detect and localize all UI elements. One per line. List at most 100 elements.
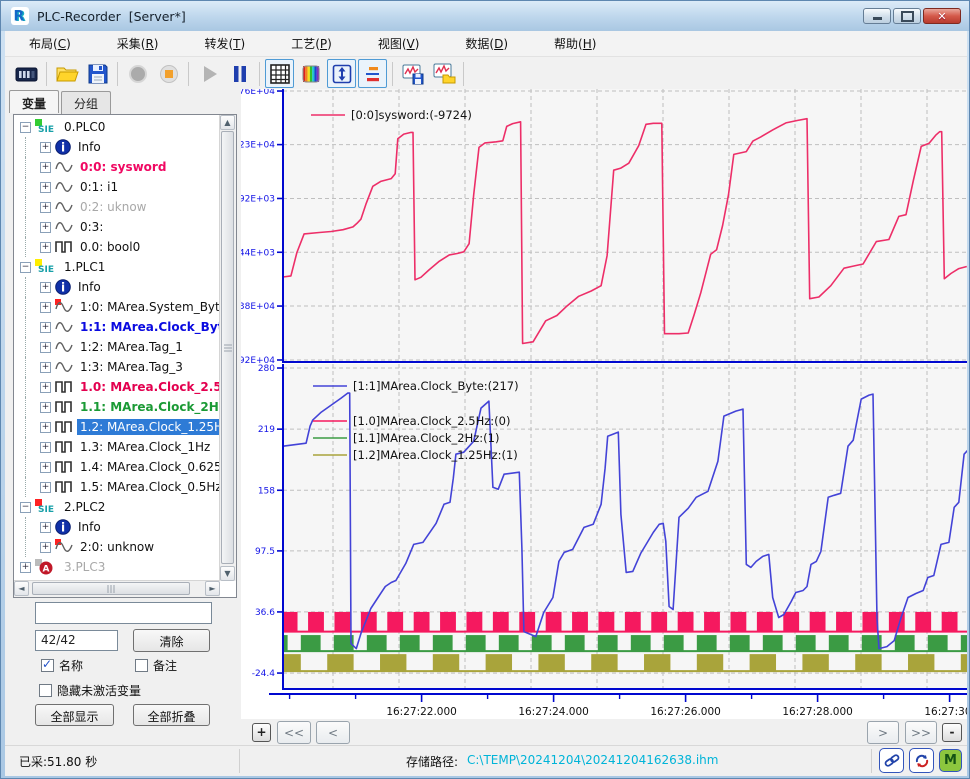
- collapse-node-icon[interactable]: −: [20, 261, 31, 273]
- menu-item-1[interactable]: 布局(C): [15, 32, 85, 55]
- tree-item-1:0:marea.system_byte[interactable]: +1:0: MArea.System_Byte: [14, 297, 219, 317]
- tree-item-1.plc1[interactable]: − SIE 1.PLC1: [14, 257, 219, 277]
- tree-item-info[interactable]: + i Info: [14, 277, 219, 297]
- bottom-chart-canvas[interactable]: 280 219 158 97.5 36.6 -24.4 [1:1]MArea.Clock_B…: [241, 364, 967, 691]
- collapse-node-icon[interactable]: −: [20, 121, 31, 133]
- expand-node-icon[interactable]: +: [40, 481, 51, 493]
- expand-node-icon[interactable]: +: [40, 541, 51, 553]
- tree-vscroll-thumb[interactable]: [221, 131, 234, 564]
- expand-node-icon[interactable]: +: [40, 301, 51, 313]
- tree-item-1:3:marea.tag_3[interactable]: +1:3: MArea.Tag_3: [14, 357, 219, 377]
- expand-node-icon[interactable]: +: [40, 421, 51, 433]
- export-chart-button[interactable]: [429, 59, 458, 88]
- expand-node-icon[interactable]: +: [40, 221, 51, 233]
- sync-icon[interactable]: [909, 748, 934, 773]
- expand-node-icon[interactable]: +: [40, 201, 51, 213]
- step-back-button[interactable]: <: [316, 721, 350, 744]
- expand-node-icon[interactable]: +: [40, 521, 51, 533]
- expand-node-icon[interactable]: +: [40, 381, 51, 393]
- scroll-right-icon[interactable]: ►: [205, 581, 220, 596]
- scroll-left-icon[interactable]: ◄: [14, 581, 29, 596]
- menu-item-4[interactable]: 工艺(P): [277, 32, 346, 55]
- expand-node-icon[interactable]: +: [40, 401, 51, 413]
- tree-item-info[interactable]: + i Info: [14, 517, 219, 537]
- note-checkbox-box[interactable]: [135, 659, 148, 672]
- expand-node-icon[interactable]: +: [40, 321, 51, 333]
- link-icon[interactable]: [879, 748, 904, 773]
- marker-button[interactable]: M: [939, 749, 962, 772]
- expand-node-icon[interactable]: +: [40, 241, 51, 253]
- tree-item-0.plc0[interactable]: − SIE 0.PLC0: [14, 117, 219, 137]
- close-button[interactable]: ✕: [923, 8, 961, 24]
- fast-forward-button[interactable]: >>: [905, 721, 937, 744]
- open-folder-button[interactable]: [52, 59, 81, 88]
- expand-node-icon[interactable]: +: [40, 341, 51, 353]
- expand-node-icon[interactable]: +: [40, 141, 51, 153]
- fit-vertical-button[interactable]: [327, 59, 356, 88]
- separate-curves-button[interactable]: [358, 59, 387, 88]
- tree-item-1.2:marea.clock_1.25hz[interactable]: +1.2: MArea.Clock_1.25Hz: [14, 417, 219, 437]
- tree-item-1.3:marea.clock_1hz[interactable]: +1.3: MArea.Clock_1Hz: [14, 437, 219, 457]
- menu-item-3[interactable]: 转发(T): [190, 32, 259, 55]
- hide-inactive-checkbox[interactable]: 隐藏未激活变量: [39, 682, 141, 699]
- tree-item-0:2:uknow[interactable]: +0:2: uknow: [14, 197, 219, 217]
- menu-item-2[interactable]: 采集(R): [103, 32, 173, 55]
- save-chart-image-button[interactable]: [398, 59, 427, 88]
- top-chart-canvas[interactable]: 3.76E+04 2.23E+04 6.92E+03 -8.44E+03 -2.38E+…: [241, 89, 967, 364]
- tree-item-0:3:[interactable]: +0:3:: [14, 217, 219, 237]
- collapse-all-button[interactable]: 全部折叠: [133, 704, 210, 726]
- menu-item-5[interactable]: 视图(V): [364, 32, 434, 55]
- record-button[interactable]: [123, 59, 152, 88]
- step-forward-button[interactable]: >: [867, 721, 899, 744]
- name-checkbox[interactable]: 名称: [41, 657, 83, 674]
- tree-item-2:0:unknow[interactable]: +2:0: unknow: [14, 537, 219, 557]
- tree-item-0.0:bool0[interactable]: +0.0: bool0: [14, 237, 219, 257]
- tree-item-1:2:marea.tag_1[interactable]: +1:2: MArea.Tag_1: [14, 337, 219, 357]
- expand-node-icon[interactable]: +: [40, 181, 51, 193]
- tree-vertical-scrollbar[interactable]: ▲ ▼: [219, 115, 236, 581]
- tree-item-info[interactable]: + i Info: [14, 137, 219, 157]
- title-bar[interactable]: R R PLC-Recorder [Server*] ✕: [1, 1, 969, 31]
- clear-button[interactable]: 清除: [133, 629, 210, 652]
- tree-item-1.1:marea.clock_2hz[interactable]: +1.1: MArea.Clock_2Hz: [14, 397, 219, 417]
- zoom-out-button[interactable]: -: [942, 723, 962, 742]
- expand-node-icon[interactable]: +: [20, 561, 31, 573]
- scroll-down-icon[interactable]: ▼: [220, 566, 235, 581]
- tree-item-1.0:marea.clock_2.5hz[interactable]: +1.0: MArea.Clock_2.5Hz: [14, 377, 219, 397]
- stop-button[interactable]: [154, 59, 183, 88]
- fast-back-button[interactable]: <<: [277, 721, 311, 744]
- expand-node-icon[interactable]: +: [40, 281, 51, 293]
- time-axis[interactable]: 16:27:22.000 16:27:24.000 16:27:26.000 16:2…: [241, 691, 967, 719]
- tree-horizontal-scrollbar[interactable]: ◄ ►: [14, 580, 220, 597]
- scroll-up-icon[interactable]: ▲: [220, 115, 235, 130]
- expand-node-icon[interactable]: +: [40, 441, 51, 453]
- zoom-in-button[interactable]: +: [252, 723, 271, 742]
- palette-button[interactable]: [296, 59, 325, 88]
- pause-button[interactable]: [225, 59, 254, 88]
- menu-item-6[interactable]: 数据(D): [451, 32, 522, 55]
- tree-item-1:1:marea.clock_byte[interactable]: +1:1: MArea.Clock_Byte: [14, 317, 219, 337]
- tree-item-1.4:marea.clock_0.625hz[interactable]: +1.4: MArea.Clock_0.625Hz: [14, 457, 219, 477]
- collapse-node-icon[interactable]: −: [20, 501, 31, 513]
- grid-button[interactable]: [265, 59, 294, 88]
- save-button[interactable]: [83, 59, 112, 88]
- tab-groups[interactable]: 分组: [61, 91, 112, 114]
- expand-node-icon[interactable]: +: [40, 461, 51, 473]
- variable-filter-input[interactable]: [35, 602, 212, 624]
- play-button[interactable]: [194, 59, 223, 88]
- minimize-button[interactable]: [863, 8, 891, 24]
- tree-item-0:1:i1[interactable]: +0:1: i1: [14, 177, 219, 197]
- plc-device-button[interactable]: [12, 59, 41, 88]
- menu-item-7[interactable]: 帮助(H): [540, 32, 610, 55]
- show-all-button[interactable]: 全部显示: [35, 704, 114, 726]
- tree-item-1.5:marea.clock_0.5hz[interactable]: +1.5: MArea.Clock_0.5Hz: [14, 477, 219, 497]
- maximize-button[interactable]: [893, 8, 921, 24]
- note-checkbox[interactable]: 备注: [135, 657, 177, 674]
- hide-inactive-checkbox-box[interactable]: [39, 684, 52, 697]
- expand-node-icon[interactable]: +: [40, 361, 51, 373]
- tree-item-3.plc3[interactable]: + A 3.PLC3: [14, 557, 219, 577]
- name-checkbox-box[interactable]: [41, 657, 54, 672]
- tree-item-2.plc2[interactable]: − SIE 2.PLC2: [14, 497, 219, 517]
- expand-node-icon[interactable]: +: [40, 161, 51, 173]
- tree-item-0:0:sysword[interactable]: +0:0: sysword: [14, 157, 219, 177]
